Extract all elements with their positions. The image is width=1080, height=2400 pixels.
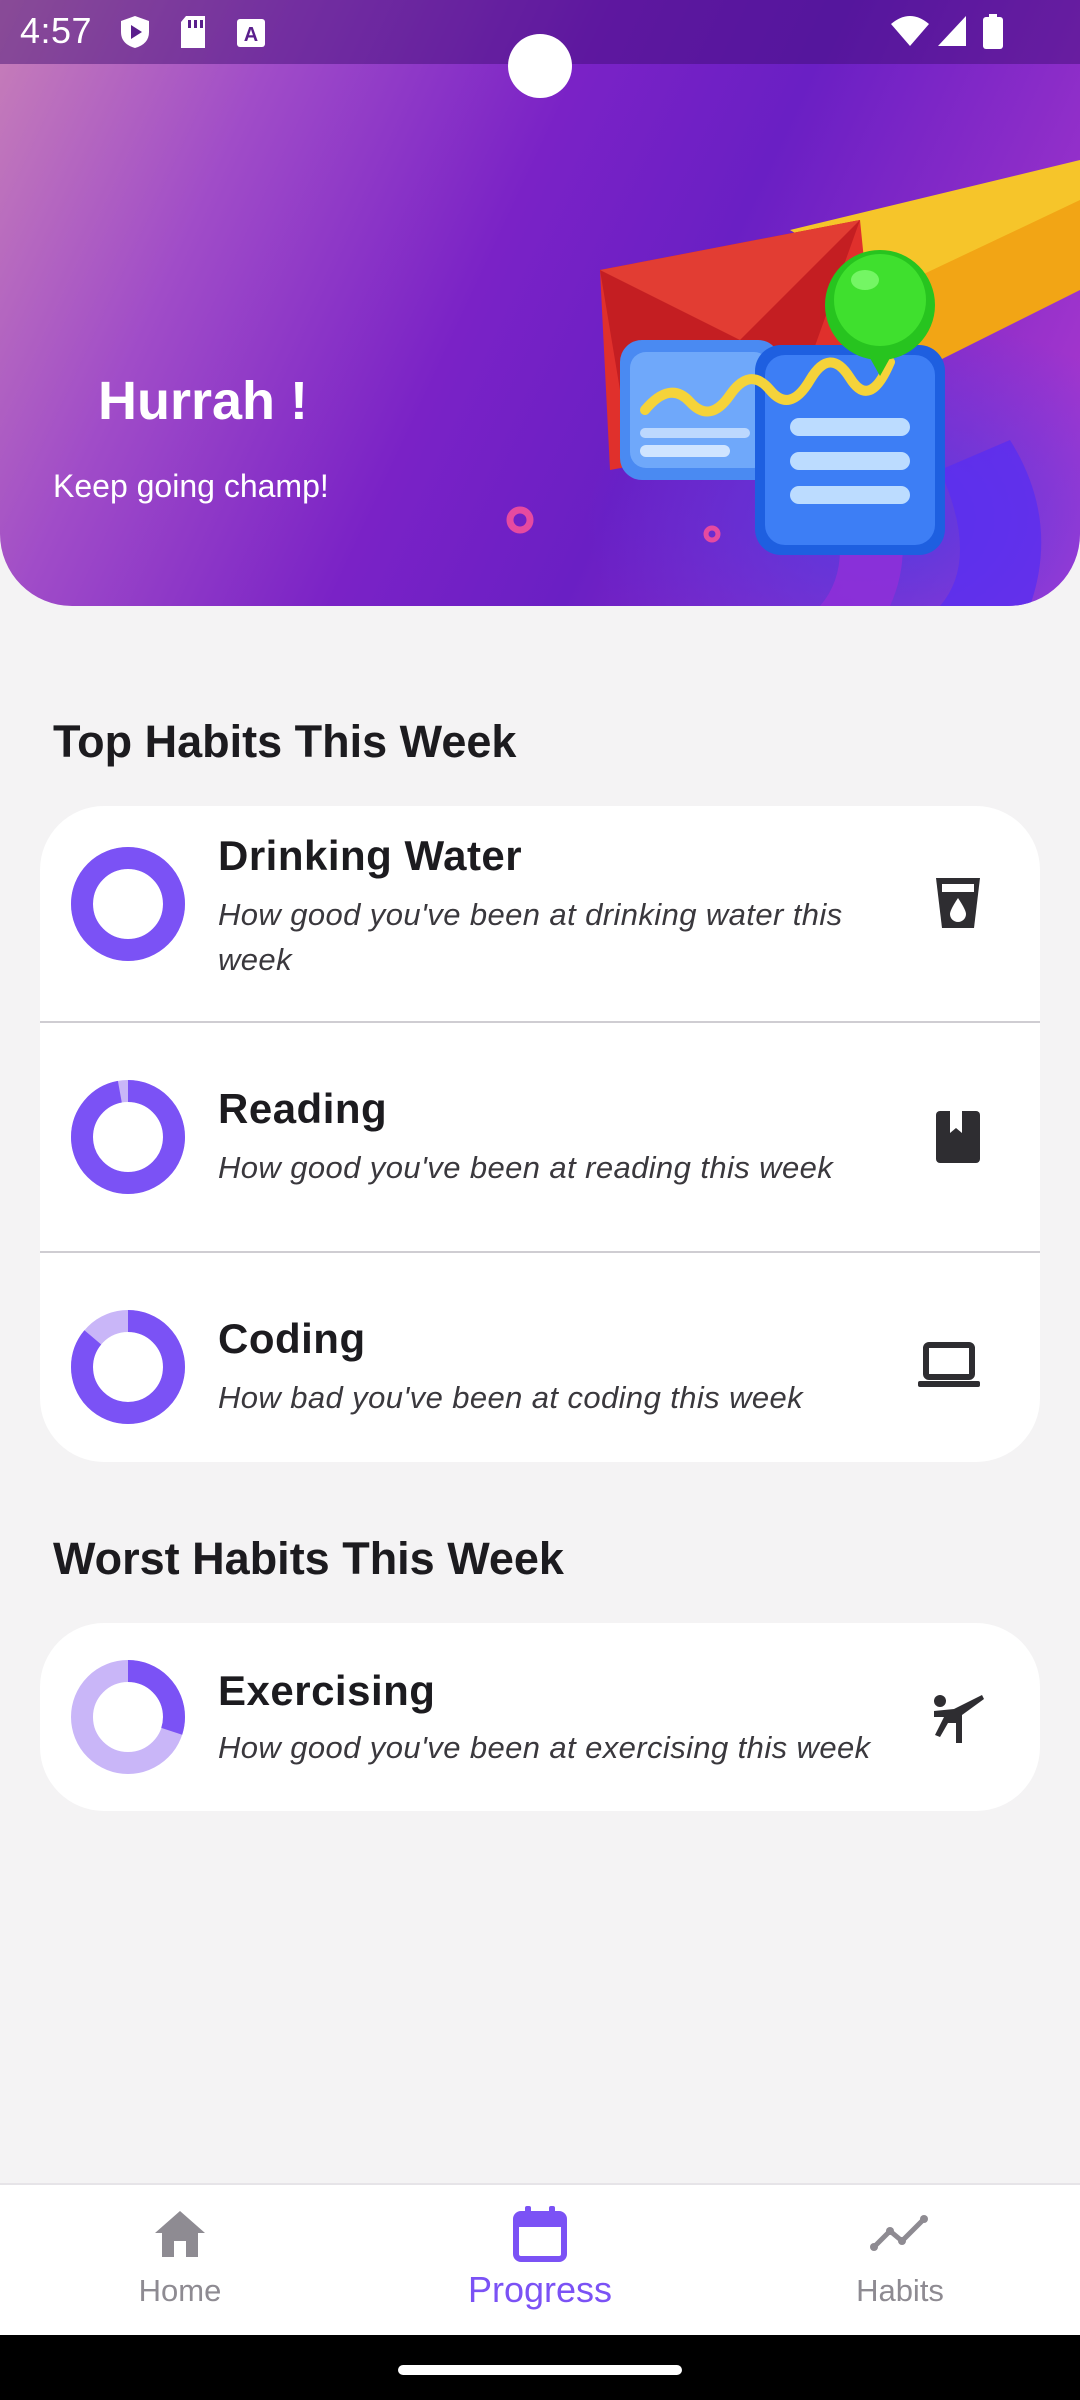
habit-description: How good you've been at exercising this … xyxy=(218,1730,871,1765)
progress-chart-illustration xyxy=(600,160,1080,606)
habit-row-reading[interactable]: Reading How good you've been at reading … xyxy=(40,1021,1040,1251)
battery-icon xyxy=(983,14,1003,49)
book-icon xyxy=(936,1111,980,1163)
hero-banner: 4:57 A Hurrah ! Keep going champ! xyxy=(0,0,1080,606)
signal-icon xyxy=(938,16,966,46)
nav-item-home[interactable]: Home xyxy=(60,2185,300,2337)
gesture-handle[interactable] xyxy=(398,2365,682,2375)
font-a-icon: A xyxy=(237,19,265,47)
sd-card-icon xyxy=(181,16,205,48)
hero-subtitle: Keep going champ! xyxy=(53,468,329,504)
top-habits-title: Top Habits This Week xyxy=(53,716,517,767)
nav-item-habits[interactable]: Habits xyxy=(780,2185,1020,2337)
nav-label-progress: Progress xyxy=(467,2269,613,2310)
bottom-navigation: Home Progress Habits xyxy=(0,2183,1080,2335)
shield-play-icon xyxy=(121,16,149,48)
habit-description: How good you've been at reading this wee… xyxy=(218,1150,834,1185)
progress-ring xyxy=(71,847,185,961)
home-icon xyxy=(155,2211,205,2257)
habit-description: How good you've been at drinking water t… xyxy=(218,897,843,977)
donut-decoration-small xyxy=(703,525,721,543)
wifi-icon xyxy=(891,16,929,46)
screen: 4:57 A Hurrah ! Keep going champ! Top Ha… xyxy=(0,0,1080,2400)
habit-name: Exercising xyxy=(218,1667,436,1714)
calendar-icon xyxy=(513,2206,567,2262)
progress-ring xyxy=(71,1310,185,1424)
worst-habits-card: Exercising How good you've been at exerc… xyxy=(40,1623,1040,1811)
habit-row-exercising[interactable]: Exercising How good you've been at exerc… xyxy=(40,1623,1040,1811)
nav-label-habits: Habits xyxy=(856,2273,944,2308)
nav-item-progress[interactable]: Progress xyxy=(420,2185,660,2337)
worst-habits-title: Worst Habits This Week xyxy=(53,1533,564,1584)
habit-name: Drinking Water xyxy=(218,832,523,879)
habit-description: How bad you've been at coding this week xyxy=(218,1380,804,1415)
progress-ring-arc xyxy=(71,1080,185,1194)
hero-title: Hurrah ! xyxy=(98,371,309,431)
svg-text:A: A xyxy=(244,24,258,46)
progress-ring xyxy=(71,1660,185,1774)
top-habits-card: Drinking Water How good you've been at d… xyxy=(40,806,1040,1462)
water-glass-icon xyxy=(936,878,980,928)
martial-arts-icon xyxy=(934,1695,984,1743)
trend-line-icon xyxy=(870,2215,928,2251)
donut-decoration xyxy=(506,506,534,534)
camera-cutout xyxy=(508,34,572,98)
status-time: 4:57 xyxy=(20,10,93,51)
laptop-icon xyxy=(918,1342,980,1387)
progress-ring-arc xyxy=(71,847,185,961)
habit-row-coding[interactable]: Coding How bad you've been at coding thi… xyxy=(40,1251,1040,1462)
habit-name: Reading xyxy=(218,1085,388,1132)
habit-name: Coding xyxy=(218,1315,366,1362)
progress-ring xyxy=(71,1080,185,1194)
nav-label-home: Home xyxy=(138,2273,222,2308)
habit-row-drinking-water[interactable]: Drinking Water How good you've been at d… xyxy=(40,806,1040,1021)
